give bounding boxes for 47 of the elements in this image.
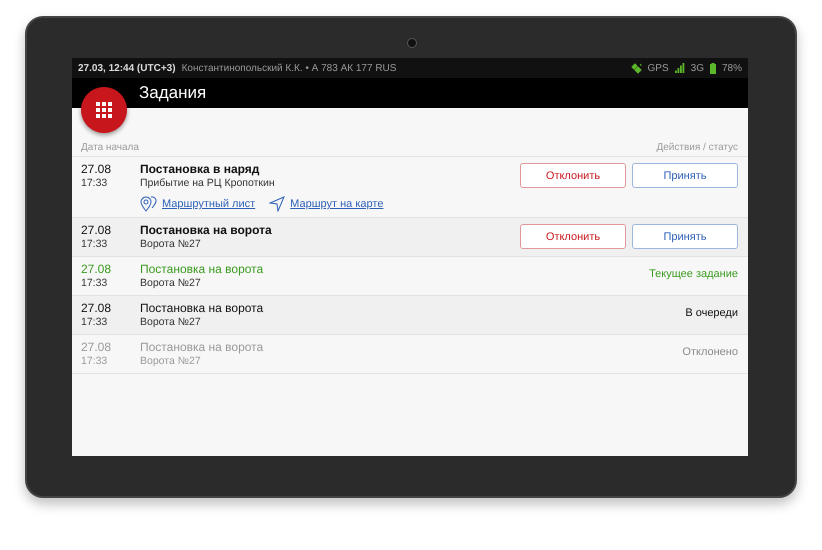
accept-button[interactable]: Принять xyxy=(632,224,738,249)
task-time: 17:33 xyxy=(81,177,108,190)
reject-button[interactable]: Отклонить xyxy=(520,163,626,188)
column-header: Дата начала xyxy=(81,142,139,153)
task-date: 27.08 xyxy=(81,223,112,238)
task-subtitle: Ворота №27 xyxy=(140,238,202,251)
page-title: Задания xyxy=(139,83,206,103)
reject-button[interactable]: Отклонить xyxy=(520,224,626,249)
battery-icon xyxy=(710,62,716,74)
task-row[interactable]: 27.08 17:33 Постановка на ворота Ворота №27 Отклонить Принять xyxy=(72,218,748,257)
task-title: Постановка в наряд xyxy=(140,162,260,177)
gps-label: GPS xyxy=(648,62,669,74)
accept-button[interactable]: Принять xyxy=(632,163,738,188)
camera-icon xyxy=(407,38,417,48)
network-label: 3G xyxy=(690,62,704,74)
task-status: В очереди xyxy=(685,306,738,319)
task-subtitle: Ворота №27 xyxy=(140,316,202,329)
task-status: Текущее задание xyxy=(649,267,738,280)
task-status: Отклонено xyxy=(682,345,738,358)
task-subtitle: Ворота №27 xyxy=(140,277,202,290)
task-link[interactable]: Маршрутный лист xyxy=(162,198,256,210)
driver-info: Константинопольский К.К. • А 783 АК 177 RUS xyxy=(182,62,396,74)
task-title: Постановка на ворота xyxy=(140,262,264,277)
task-subtitle: Прибытие на РЦ Кропоткин xyxy=(140,177,276,190)
task-row[interactable]: 27.08 17:33 Постановка на ворота Ворота №27 В очереди xyxy=(72,296,748,335)
task-date: 27.08 xyxy=(81,340,112,355)
task-date: 27.08 xyxy=(81,262,112,277)
signal-icon xyxy=(674,63,685,73)
satellite-icon xyxy=(630,62,642,74)
task-time: 17:33 xyxy=(81,316,108,329)
task-time: 17:33 xyxy=(81,277,108,290)
task-date: 27.08 xyxy=(81,162,112,177)
grid-icon xyxy=(96,102,112,118)
map-pins-icon xyxy=(140,196,157,212)
battery-label: 78% xyxy=(722,62,742,74)
column-header: Действия / статус xyxy=(656,142,738,153)
menu-button[interactable] xyxy=(81,87,127,133)
task-title: Постановка на ворота xyxy=(140,340,264,355)
task-subtitle: Ворота №27 xyxy=(140,355,202,368)
status-time: 27.03, 12:44 (UTC+3) xyxy=(78,62,176,74)
navigation-arrow-icon xyxy=(269,196,286,212)
task-time: 17:33 xyxy=(81,355,108,368)
task-title: Постановка на ворота xyxy=(140,301,264,316)
task-link[interactable]: Маршрут на карте xyxy=(290,198,384,210)
task-date: 27.08 xyxy=(81,301,112,316)
task-time: 17:33 xyxy=(81,238,108,251)
task-title: Постановка на ворота xyxy=(140,223,273,238)
